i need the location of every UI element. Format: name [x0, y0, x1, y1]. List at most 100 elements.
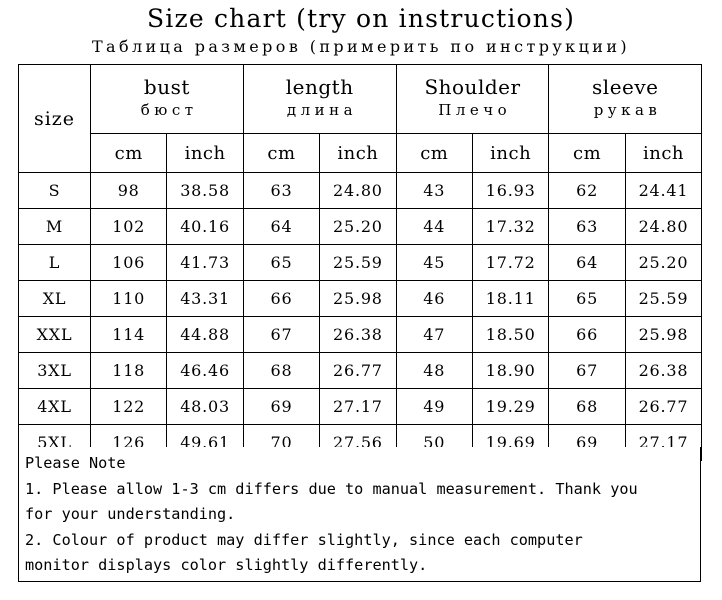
size-chart-page: Size chart (try on instructions) Таблица…: [0, 0, 722, 600]
header-group-shoulder-en: Shoulder: [424, 75, 521, 99]
note-item-2-line-2: monitor displays color slightly differen…: [25, 556, 428, 574]
cell-shoulder-cm: 46: [395, 280, 473, 317]
cell-size: XL: [18, 280, 91, 317]
cell-bust-cm: 102: [89, 208, 168, 245]
cell-sleeve-cm: 62: [548, 172, 626, 209]
header-unit-shoulder-inch: inch: [471, 133, 550, 173]
header-unit-sleeve-inch: inch: [624, 133, 703, 173]
cell-size: 3XL: [18, 352, 91, 389]
cell-length-cm: 65: [242, 244, 321, 281]
cell-shoulder-inch: 18.11: [471, 280, 550, 317]
table-row: L 106 41.73 65 25.59 45 17.72 64 25.20: [18, 244, 703, 281]
note-item-1-line-2: for your understanding.: [25, 505, 236, 523]
cell-length-inch: 24.80: [319, 172, 397, 209]
cell-size: L: [18, 244, 91, 281]
header-group-length: length длина: [242, 64, 397, 134]
table-row: S 98 38.58 63 24.80 43 16.93 62 24.41: [18, 172, 703, 209]
cell-sleeve-inch: 24.80: [624, 208, 703, 245]
cell-shoulder-inch: 17.32: [471, 208, 550, 245]
cell-shoulder-cm: 44: [395, 208, 473, 245]
cell-length-cm: 66: [242, 280, 321, 317]
cell-bust-inch: 48.03: [166, 388, 244, 425]
cell-bust-cm: 114: [89, 316, 168, 353]
cell-sleeve-cm: 65: [548, 280, 626, 317]
cell-bust-cm: 110: [89, 280, 168, 317]
cell-sleeve-cm: 68: [548, 388, 626, 425]
header-group-sleeve-ru: рукав: [593, 101, 662, 119]
cell-length-inch: 25.98: [319, 280, 397, 317]
cell-length-cm: 67: [242, 316, 321, 353]
note-heading: Please Note: [25, 454, 126, 472]
cell-sleeve-inch: 24.41: [624, 172, 703, 209]
cell-bust-inch: 38.58: [166, 172, 244, 209]
note-item-1-line-1: 1. Please allow 1-3 cm differs due to ma…: [25, 479, 638, 498]
header-unit-bust-cm: cm: [89, 133, 168, 173]
cell-length-cm: 69: [242, 388, 321, 425]
cell-length-inch: 27.17: [319, 388, 397, 425]
cell-size: XXL: [18, 316, 91, 353]
table-row: XL 110 43.31 66 25.98 46 18.11 65 25.59: [18, 280, 703, 317]
cell-shoulder-inch: 18.50: [471, 316, 550, 353]
cell-bust-inch: 43.31: [166, 280, 244, 317]
cell-sleeve-inch: 25.98: [624, 316, 703, 353]
header-unit-bust-inch: inch: [166, 133, 244, 173]
please-note-section: Please Note 1. Please allow 1-3 cm diffe…: [18, 447, 701, 582]
header-size: size: [18, 64, 91, 173]
cell-sleeve-cm: 66: [548, 316, 626, 353]
cell-shoulder-cm: 49: [395, 388, 473, 425]
cell-bust-inch: 41.73: [166, 244, 244, 281]
cell-length-cm: 64: [242, 208, 321, 245]
table-header-group-row: size bust бюст length длина Shoulder Пле…: [18, 64, 703, 173]
cell-sleeve-cm: 64: [548, 244, 626, 281]
cell-bust-inch: 44.88: [166, 316, 244, 353]
table-row: 3XL 118 46.46 68 26.77 48 18.90 67 26.38: [18, 352, 703, 389]
cell-bust-cm: 118: [89, 352, 168, 389]
cell-shoulder-inch: 18.90: [471, 352, 550, 389]
header-unit-length-inch: inch: [319, 133, 397, 173]
cell-shoulder-inch: 19.29: [471, 388, 550, 425]
cell-size: S: [18, 172, 91, 209]
cell-sleeve-cm: 63: [548, 208, 626, 245]
cell-shoulder-cm: 47: [395, 316, 473, 353]
cell-bust-cm: 98: [89, 172, 168, 209]
cell-sleeve-cm: 67: [548, 352, 626, 389]
table-row: XXL 114 44.88 67 26.38 47 18.50 66 25.98: [18, 316, 703, 353]
header-group-shoulder-ru: Плечо: [438, 101, 512, 119]
header-group-bust-ru: бюст: [140, 101, 198, 119]
header-group-bust-en: bust: [143, 75, 190, 99]
page-title: Size chart (try on instructions): [146, 4, 576, 33]
header-group-bust: bust бюст: [90, 64, 244, 134]
cell-length-inch: 25.20: [319, 208, 397, 245]
cell-size: 4XL: [18, 388, 91, 425]
cell-bust-inch: 46.46: [166, 352, 244, 389]
size-chart-table: size bust бюст length длина Shoulder Пле…: [18, 64, 703, 461]
cell-bust-inch: 40.16: [166, 208, 244, 245]
cell-sleeve-inch: 26.38: [624, 352, 703, 389]
cell-length-inch: 25.59: [319, 244, 397, 281]
cell-length-inch: 26.38: [319, 316, 397, 353]
cell-length-inch: 26.77: [319, 352, 397, 389]
cell-sleeve-inch: 26.77: [624, 388, 703, 425]
cell-sleeve-inch: 25.20: [624, 244, 703, 281]
table-row: 4XL 122 48.03 69 27.17 49 19.29 68 26.77: [18, 388, 703, 425]
cell-sleeve-inch: 25.59: [624, 280, 703, 317]
table-row: M 102 40.16 64 25.20 44 17.32 63 24.80: [18, 208, 703, 245]
page-subtitle-russian: Таблица размеров (примерить по инструкци…: [91, 37, 631, 56]
header-group-sleeve: sleeve рукав: [548, 64, 703, 134]
header-unit-shoulder-cm: cm: [395, 133, 473, 173]
header-unit-length-cm: cm: [242, 133, 321, 173]
cell-length-cm: 63: [242, 172, 321, 209]
cell-shoulder-cm: 43: [395, 172, 473, 209]
cell-shoulder-cm: 45: [395, 244, 473, 281]
header-group-length-en: length: [285, 75, 354, 99]
header-unit-sleeve-cm: cm: [548, 133, 626, 173]
cell-size: M: [18, 208, 91, 245]
header-group-length-ru: длина: [286, 101, 358, 119]
header-group-shoulder: Shoulder Плечо: [395, 64, 550, 134]
cell-shoulder-inch: 16.93: [471, 172, 550, 209]
cell-length-cm: 68: [242, 352, 321, 389]
cell-bust-cm: 122: [89, 388, 168, 425]
header-group-sleeve-en: sleeve: [592, 75, 659, 99]
cell-shoulder-inch: 17.72: [471, 244, 550, 281]
note-item-2-line-1: 2. Colour of product may differ slightly…: [25, 530, 583, 549]
